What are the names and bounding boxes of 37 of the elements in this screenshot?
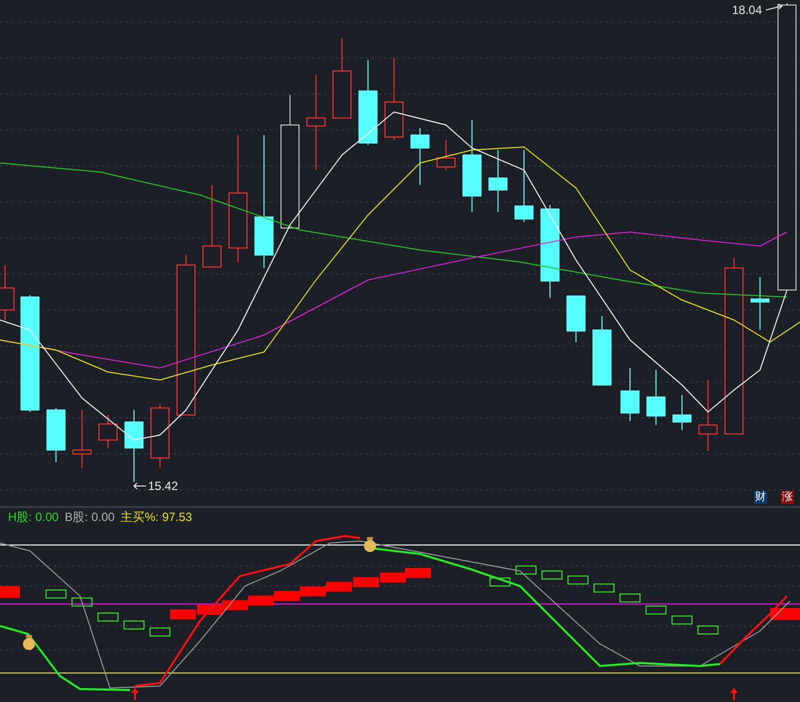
up-arrow-icon — [131, 688, 139, 700]
indicator-value: 主买%: 97.53 — [120, 508, 192, 526]
volume-step-bar — [274, 591, 300, 601]
volume-step-bar — [0, 586, 20, 598]
hollow-step-bar — [98, 612, 118, 622]
hollow-step-bar — [490, 578, 510, 586]
hollow-step-bar — [698, 626, 718, 634]
money-bag-icon — [23, 635, 35, 650]
marker-badge[interactable]: 涨 — [781, 491, 794, 504]
price-low-label: 15.42 — [148, 479, 178, 493]
up-arrow-icon — [730, 688, 738, 700]
price-high-label: 18.04 — [732, 3, 762, 17]
volume-step-bar — [170, 609, 196, 620]
hollow-step-bar — [620, 594, 640, 602]
volume-step-bar — [380, 572, 406, 583]
volume-step-bar — [353, 577, 379, 588]
volume-step-bar — [300, 586, 326, 596]
hollow-step-bar — [46, 590, 66, 598]
volume-step-bar — [405, 568, 431, 578]
volume-step-bar — [222, 600, 248, 610]
hollow-step-bar — [542, 570, 562, 580]
marker-badge[interactable]: 财 — [754, 491, 767, 504]
indicator-value: B股: 0.00 — [64, 508, 115, 526]
hollow-step-bar — [72, 598, 92, 606]
volume-step-bar — [248, 596, 274, 606]
hollow-step-bar — [672, 616, 692, 624]
hollow-step-bar — [594, 584, 614, 592]
hollow-step-bar — [150, 628, 170, 636]
hollow-step-bar — [646, 606, 666, 614]
hollow-step-bar — [568, 576, 588, 584]
pointer-arrow — [766, 4, 783, 10]
hollow-step-bar — [124, 620, 144, 630]
money-bag-icon — [364, 537, 376, 552]
pointer-arrow — [133, 482, 146, 490]
indicator-value: H股: 0.00 — [8, 508, 59, 526]
hollow-step-bar — [516, 566, 536, 574]
volume-step-bar — [326, 582, 352, 592]
